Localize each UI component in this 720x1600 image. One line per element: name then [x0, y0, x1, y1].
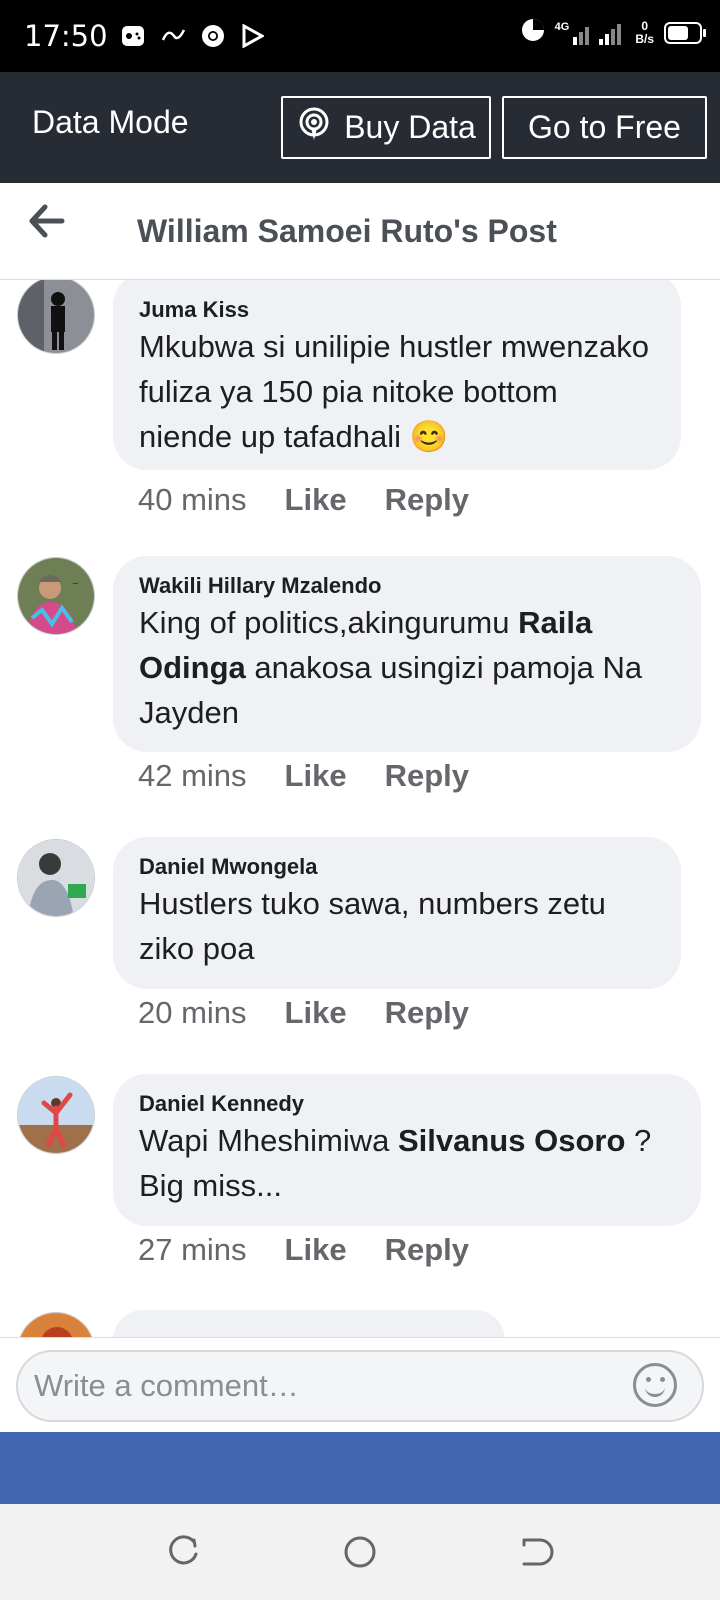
comment-bubble[interactable]: Daniel Mwongela Hustlers tuko sawa, numb… — [113, 837, 681, 989]
reply-button[interactable]: Reply — [385, 758, 469, 794]
reply-button[interactable]: Reply — [385, 482, 469, 518]
buy-data-label: Buy Data — [344, 109, 476, 145]
network-type: 4G — [554, 20, 570, 33]
back-arrow-icon[interactable] — [28, 203, 66, 248]
commenter-name[interactable]: Wakili Hillary Mzalendo — [139, 572, 675, 600]
recent-apps-icon[interactable] — [164, 1532, 204, 1572]
comment-bubble[interactable]: Daniel Kennedy Wapi Mheshimiwa Silvanus … — [113, 1074, 701, 1226]
go-to-free-button[interactable]: Go to Free — [502, 96, 707, 159]
comment-actions: 40 mins Like Reply — [138, 482, 469, 518]
comment-time[interactable]: 42 mins — [138, 758, 247, 794]
reply-button[interactable]: Reply — [385, 1232, 469, 1268]
signal-icon: 4G — [555, 21, 626, 45]
data-mode-bar: Data Mode Buy Data Go to Free — [0, 72, 720, 183]
home-icon[interactable] — [340, 1532, 380, 1572]
broadcast-icon — [296, 106, 332, 150]
brand-footer-bar — [0, 1432, 720, 1504]
comment-text: Mkubwa si unilipie hustler mwenzako fuli… — [139, 329, 650, 454]
comment-feed[interactable]: Juma Kiss Mkubwa si unilipie hustler mwe… — [0, 280, 720, 1337]
buy-data-button[interactable]: Buy Data — [281, 96, 491, 159]
data-saver-icon — [521, 18, 545, 47]
svg-text:~: ~ — [72, 579, 79, 588]
status-bar: 17:50 4G 0 B/s — [0, 0, 720, 72]
page-title: William Samoei Ruto's Post — [137, 213, 557, 249]
gamepad-icon — [120, 23, 146, 49]
post-header: William Samoei Ruto's Post — [0, 183, 720, 280]
comment-actions: 20 mins Like Reply — [138, 995, 469, 1031]
like-button[interactable]: Like — [285, 482, 347, 518]
back-icon[interactable] — [516, 1532, 556, 1572]
avatar[interactable] — [17, 280, 95, 354]
comment-text: Wapi Mheshimiwa Silvanus Osoro ? Big mis… — [139, 1123, 652, 1203]
commenter-name[interactable]: Daniel Mwongela — [139, 853, 655, 881]
system-nav-bar — [0, 1504, 720, 1600]
avatar[interactable] — [17, 839, 95, 917]
comment-text: Hustlers tuko sawa, numbers zetu ziko po… — [139, 886, 606, 966]
avatar[interactable]: ~ — [17, 557, 95, 635]
chrome-icon — [200, 23, 226, 49]
comment-text: King of politics,akingurumu Raila Odinga… — [139, 605, 643, 730]
status-time: 17:50 — [24, 19, 108, 53]
commenter-name[interactable]: Daniel Kennedy — [139, 1090, 675, 1118]
data-mode-label: Data Mode — [32, 104, 189, 140]
avatar[interactable] — [17, 1312, 95, 1337]
comment-time[interactable]: 40 mins — [138, 482, 247, 518]
comment-bubble[interactable] — [113, 1310, 505, 1337]
like-button[interactable]: Like — [285, 995, 347, 1031]
like-button[interactable]: Like — [285, 758, 347, 794]
app-notification-icon — [160, 23, 186, 49]
comment-bubble[interactable]: Wakili Hillary Mzalendo King of politics… — [113, 556, 701, 752]
avatar[interactable] — [17, 1076, 95, 1154]
smiley-icon[interactable] — [633, 1363, 677, 1407]
mentioned-person-link[interactable]: Silvanus Osoro — [398, 1123, 625, 1158]
battery-icon — [664, 21, 706, 44]
like-button[interactable]: Like — [285, 1232, 347, 1268]
smiling-face-emoji-icon: 😊 — [409, 419, 449, 454]
commenter-name[interactable]: Juma Kiss — [139, 296, 655, 324]
reply-button[interactable]: Reply — [385, 995, 469, 1031]
comment-actions: 27 mins Like Reply — [138, 1232, 469, 1268]
comment-actions: 42 mins Like Reply — [138, 758, 469, 794]
go-to-free-label: Go to Free — [528, 109, 681, 145]
comment-time[interactable]: 20 mins — [138, 995, 247, 1031]
comment-bubble[interactable]: Juma Kiss Mkubwa si unilipie hustler mwe… — [113, 280, 681, 470]
network-speed: 0 B/s — [635, 18, 654, 46]
comment-time[interactable]: 27 mins — [138, 1232, 247, 1268]
comment-input[interactable] — [16, 1350, 704, 1422]
comment-composer — [0, 1337, 720, 1433]
play-store-icon — [240, 23, 266, 49]
